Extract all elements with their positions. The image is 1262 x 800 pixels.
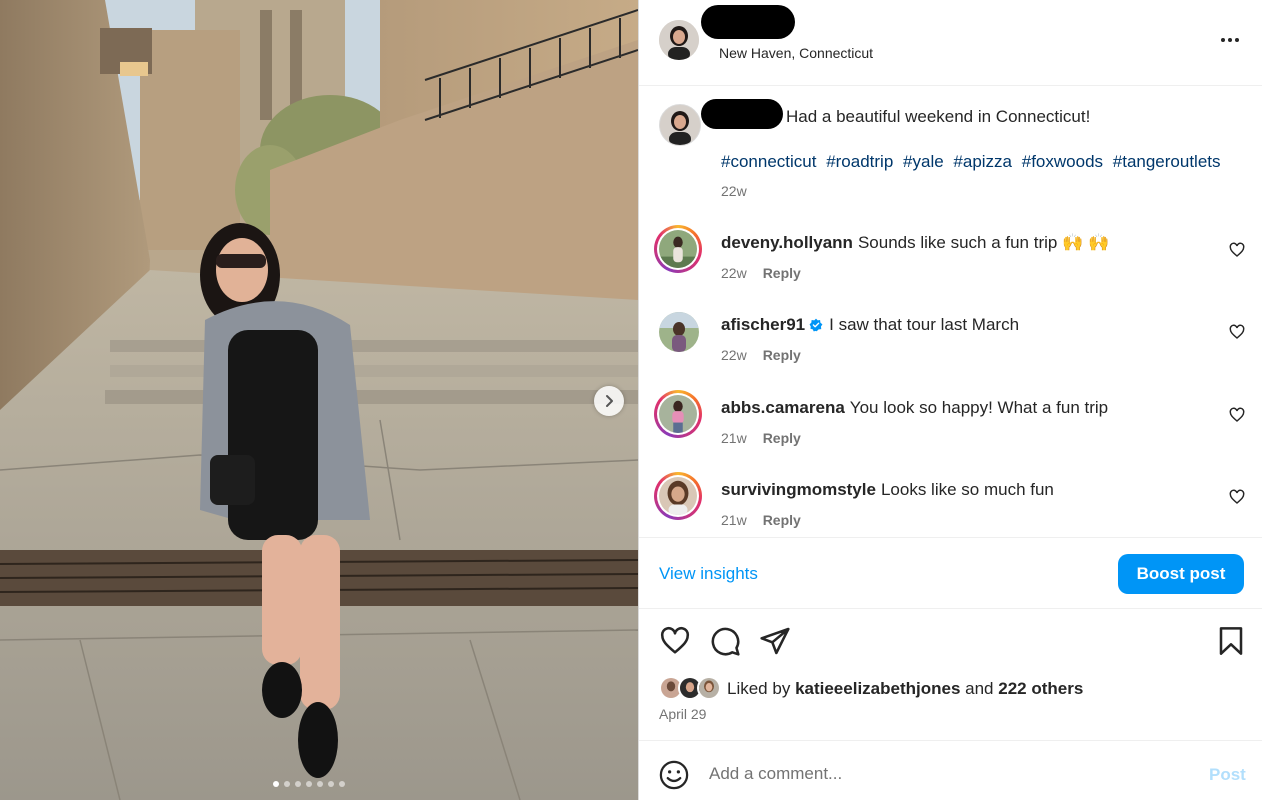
boost-post-button[interactable]: Boost post xyxy=(1118,554,1244,594)
comment-avatar[interactable] xyxy=(654,472,702,520)
comment-avatar[interactable] xyxy=(659,312,699,352)
carousel-dots xyxy=(273,781,345,787)
heart-icon[interactable] xyxy=(1229,242,1245,258)
more-options-button[interactable] xyxy=(1215,28,1245,52)
carousel-dot xyxy=(339,781,345,787)
carousel-dot xyxy=(273,781,279,787)
carousel-dot xyxy=(306,781,312,787)
bookmark-icon[interactable] xyxy=(1215,625,1247,657)
post-modal: New Haven, Connecticut Had a beautiful w… xyxy=(0,0,1262,800)
post-location[interactable]: New Haven, Connecticut xyxy=(719,45,873,61)
heart-icon[interactable] xyxy=(1229,324,1245,340)
reply-button[interactable]: Reply xyxy=(763,265,801,281)
hashtag-link[interactable]: #roadtrip xyxy=(826,152,893,171)
comment-meta: 21w Reply xyxy=(721,512,801,528)
comment-meta: 21w Reply xyxy=(721,430,801,446)
comment-time: 21w xyxy=(721,512,747,528)
verified-icon xyxy=(809,318,823,332)
caption-author-avatar[interactable] xyxy=(659,104,701,146)
comment-meta: 22w Reply xyxy=(721,265,801,281)
post-side-panel: New Haven, Connecticut Had a beautiful w… xyxy=(638,0,1262,800)
comment-username[interactable]: abbs.camarena xyxy=(721,398,845,418)
carousel-next-button[interactable] xyxy=(594,386,624,416)
hashtag-link[interactable]: #apizza xyxy=(953,152,1012,171)
share-icon[interactable] xyxy=(759,625,791,657)
comment-time: 22w xyxy=(721,347,747,363)
hashtag-link[interactable]: #foxwoods xyxy=(1022,152,1103,171)
carousel-dot xyxy=(328,781,334,787)
comment-line: survivingmomstyle Looks like so much fun xyxy=(721,480,1054,500)
carousel-dot xyxy=(317,781,323,787)
comment-time: 21w xyxy=(721,430,747,446)
hashtag-link[interactable]: #connecticut xyxy=(721,152,816,171)
chevron-right-icon xyxy=(606,395,613,407)
liked-by-user[interactable]: katieeelizabethjones xyxy=(795,679,960,698)
author-avatar[interactable] xyxy=(659,20,699,60)
post-caption: Had a beautiful weekend in Connecticut! xyxy=(786,107,1091,126)
hashtag-link[interactable]: #yale xyxy=(903,152,944,171)
liked-by-others[interactable]: 222 others xyxy=(998,679,1083,698)
more-icon xyxy=(1221,38,1225,42)
comment-avatar[interactable] xyxy=(654,390,702,438)
redacted-caption-username xyxy=(701,99,783,129)
post-header: New Haven, Connecticut xyxy=(639,0,1262,86)
comment-line: afischer91 I saw that tour last March xyxy=(721,315,1019,335)
photo-scene xyxy=(0,0,638,800)
comment-line: abbs.camarena You look so happy! What a … xyxy=(721,398,1108,418)
reply-button[interactable]: Reply xyxy=(763,347,801,363)
liker-avatars[interactable] xyxy=(659,676,721,700)
comment-text: You look so happy! What a fun trip xyxy=(849,398,1109,417)
post-hashtags: #connecticut #roadtrip #yale #apizza #fo… xyxy=(721,152,1221,172)
comment-icon[interactable] xyxy=(709,625,741,657)
comment-meta: 22w Reply xyxy=(721,347,801,363)
comment-username[interactable]: deveny.hollyann xyxy=(721,233,853,253)
comment-text: I saw that tour last March xyxy=(829,315,1020,334)
emoji-icon[interactable] xyxy=(659,760,689,790)
redacted-username xyxy=(701,5,795,39)
comment-text: Looks like so much fun xyxy=(880,480,1054,499)
heart-icon[interactable] xyxy=(659,625,691,657)
view-insights-link[interactable]: View insights xyxy=(659,564,758,584)
heart-icon[interactable] xyxy=(1229,407,1245,423)
comment-avatar[interactable] xyxy=(654,225,702,273)
caption-time: 22w xyxy=(721,183,747,199)
comment-composer: Post xyxy=(639,740,1262,800)
comment-time: 22w xyxy=(721,265,747,281)
post-photo[interactable] xyxy=(0,0,638,800)
comment-line: deveny.hollyann Sounds like such a fun t… xyxy=(721,233,1109,253)
reply-button[interactable]: Reply xyxy=(763,430,801,446)
hashtag-link[interactable]: #tangeroutlets xyxy=(1113,152,1221,171)
comment-username[interactable]: afischer91 xyxy=(721,315,805,335)
reply-button[interactable]: Reply xyxy=(763,512,801,528)
post-date[interactable]: April 29 xyxy=(659,706,706,722)
liked-by-joiner: and xyxy=(965,679,994,698)
comment-input[interactable] xyxy=(709,761,1189,787)
liked-by-text: Liked by katieeelizabethjones and 222 ot… xyxy=(727,679,1083,699)
heart-icon[interactable] xyxy=(1229,489,1245,505)
carousel-dot xyxy=(284,781,290,787)
liker-avatar xyxy=(697,676,721,700)
comment-text: Sounds like such a fun trip 🙌 🙌 xyxy=(857,233,1110,252)
comment-username[interactable]: survivingmomstyle xyxy=(721,480,876,500)
post-comment-button[interactable]: Post xyxy=(1209,765,1246,785)
liked-by-prefix: Liked by xyxy=(727,679,791,698)
carousel-dot xyxy=(295,781,301,787)
insights-bar: View insights Boost post xyxy=(639,537,1262,609)
